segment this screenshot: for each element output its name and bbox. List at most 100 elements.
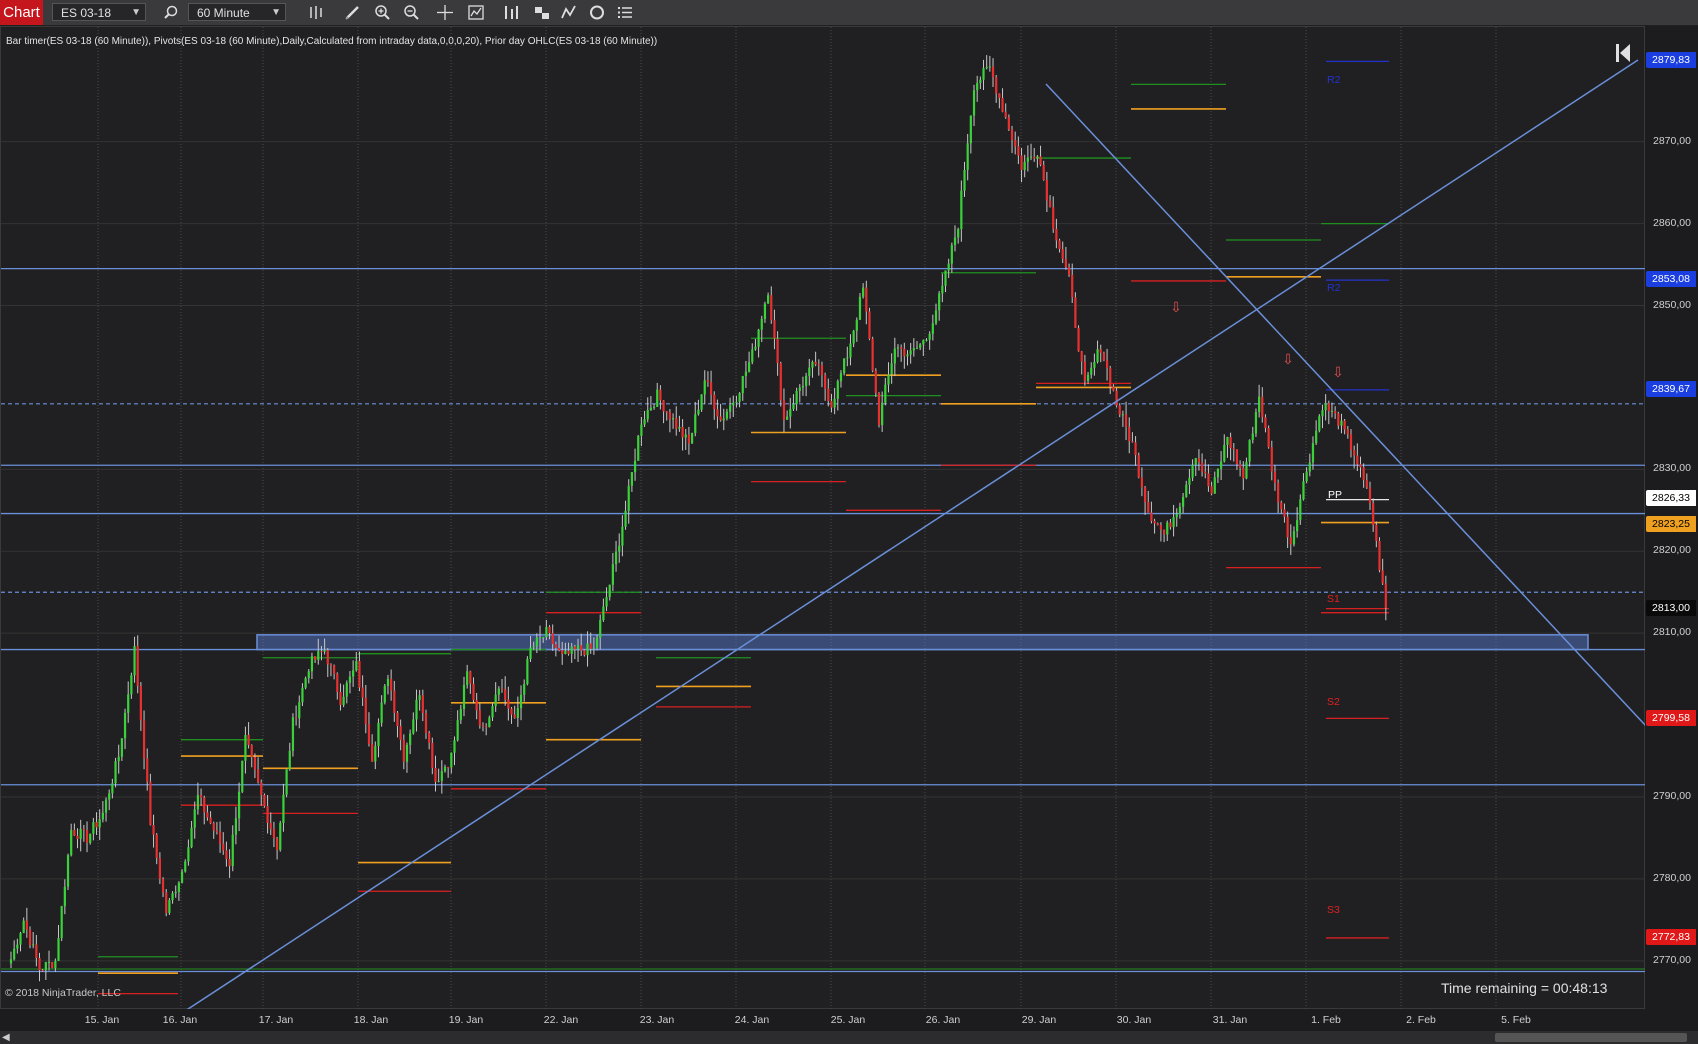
candle-body — [1261, 396, 1264, 418]
interval-selector[interactable]: 60 Minute ▼ — [188, 3, 286, 21]
crosshair-icon[interactable] — [434, 2, 456, 23]
scroll-thumb[interactable] — [1495, 1033, 1687, 1042]
candle-body — [19, 933, 22, 945]
pencil-icon[interactable] — [342, 2, 364, 23]
price-tick-label: 2860,00 — [1653, 216, 1691, 229]
price-marker-badge: 2853,08 — [1646, 271, 1696, 288]
candle-body — [390, 678, 393, 691]
candle-body — [719, 416, 722, 421]
candle-body — [1004, 111, 1007, 118]
candle-body — [1099, 349, 1102, 353]
data-box-icon[interactable] — [465, 2, 487, 23]
candle-body — [1162, 529, 1166, 535]
candle-body — [450, 752, 453, 768]
candle-body — [1042, 164, 1045, 180]
candle-body — [884, 384, 887, 403]
candle-body — [310, 656, 314, 672]
collapse-panel-icon[interactable] — [1613, 41, 1633, 65]
strategies-icon[interactable] — [586, 2, 608, 23]
zoom-in-icon[interactable] — [371, 2, 393, 23]
price-tick-label: 2870,00 — [1653, 134, 1691, 147]
candle-body — [614, 551, 618, 565]
candle-body — [855, 319, 858, 331]
price-chart[interactable]: ⇩ ⇩ ⇩ — [1, 27, 1646, 1010]
candle-body — [1036, 156, 1039, 159]
candle-body — [405, 744, 409, 762]
candle-body — [326, 649, 329, 665]
candle-body — [70, 829, 73, 856]
candle-body — [1118, 405, 1121, 415]
horizontal-scrollbar[interactable]: ◀ — [0, 1031, 1698, 1044]
candle-body — [529, 647, 532, 660]
price-axis[interactable]: 2870,00 2860,00 2850,00 2830,00 2820,00 2810,… — [1645, 26, 1698, 1009]
chart-tab[interactable]: Chart — [0, 0, 43, 25]
pivot-pp-label: PP — [1328, 489, 1343, 501]
candle-body — [1131, 441, 1134, 443]
drawing-objects-icon[interactable] — [531, 2, 553, 23]
pivot-r2-label: R2 — [1327, 282, 1341, 294]
instrument-selector[interactable]: ES 03-18 ▼ — [52, 3, 146, 21]
time-tick-label: 24. Jan — [734, 1014, 770, 1026]
search-icon[interactable] — [160, 2, 182, 23]
candle-body — [453, 740, 456, 753]
time-axis[interactable]: 15. Jan 16. Jan 17. Jan 18. Jan 19. Jan 22. J… — [0, 1009, 1645, 1031]
bar-spacing-icon[interactable] — [500, 2, 522, 23]
candle-body — [795, 390, 798, 405]
candle-body — [747, 362, 751, 372]
candle-body — [1080, 351, 1083, 362]
candle-body — [798, 387, 801, 391]
candle-body — [643, 419, 646, 425]
candle-body — [1134, 442, 1137, 456]
candle-body — [244, 734, 247, 761]
candle-body — [519, 694, 523, 709]
candle-body — [399, 726, 402, 740]
candle-body — [659, 389, 662, 401]
candle-body — [1156, 523, 1159, 526]
candle-body — [336, 673, 339, 692]
scroll-left-icon[interactable]: ◀ — [2, 1031, 14, 1044]
time-tick-label: 16. Jan — [162, 1014, 198, 1026]
down-arrow-icon: ⇩ — [1170, 300, 1182, 316]
time-tick-label: 15. Jan — [84, 1014, 120, 1026]
candle-body — [402, 739, 405, 762]
chart-panel[interactable]: ⇩ ⇩ ⇩ Bar timer(ES 03-18 (60 Minute)), Piv… — [0, 26, 1646, 1010]
zoom-out-icon[interactable] — [400, 2, 422, 23]
candle-body — [523, 684, 526, 695]
candle-body — [896, 347, 900, 349]
candle-body — [995, 77, 998, 94]
candle-body — [35, 944, 38, 959]
candle-body — [272, 828, 276, 839]
candle-body — [497, 688, 500, 695]
indicators-icon[interactable] — [558, 2, 580, 23]
candle-body — [260, 782, 263, 796]
candle-body — [1166, 522, 1169, 535]
candle-body — [1039, 156, 1042, 165]
properties-icon[interactable] — [614, 2, 636, 23]
candle-body — [298, 702, 301, 719]
candle-body — [1191, 465, 1194, 478]
candle-body — [874, 370, 877, 393]
candle-body — [770, 295, 773, 321]
candle-body — [728, 405, 732, 412]
candle-body — [1001, 97, 1004, 112]
candle-body — [846, 357, 849, 359]
candle-body — [1340, 420, 1343, 426]
candle-body — [133, 645, 136, 676]
candle-body — [1277, 482, 1280, 503]
candle-body — [209, 817, 212, 824]
time-tick-label: 18. Jan — [353, 1014, 389, 1026]
candle-body — [507, 699, 510, 709]
time-tick-label: 5. Feb — [1501, 1014, 1531, 1026]
candle-body — [1121, 414, 1125, 416]
price-marker-badge: 2823,25 — [1646, 515, 1696, 532]
candle-body — [1372, 503, 1375, 525]
candle-body — [934, 310, 938, 324]
candle-body — [637, 435, 640, 461]
candle-body — [919, 344, 922, 348]
copyright-text: © 2018 NinjaTrader, LLC — [5, 987, 121, 999]
bar-style-icon[interactable] — [305, 2, 327, 23]
descending-trendline — [1045, 83, 1646, 727]
candle-body — [415, 699, 418, 720]
candle-body — [1337, 413, 1340, 426]
candle-body — [196, 795, 200, 810]
